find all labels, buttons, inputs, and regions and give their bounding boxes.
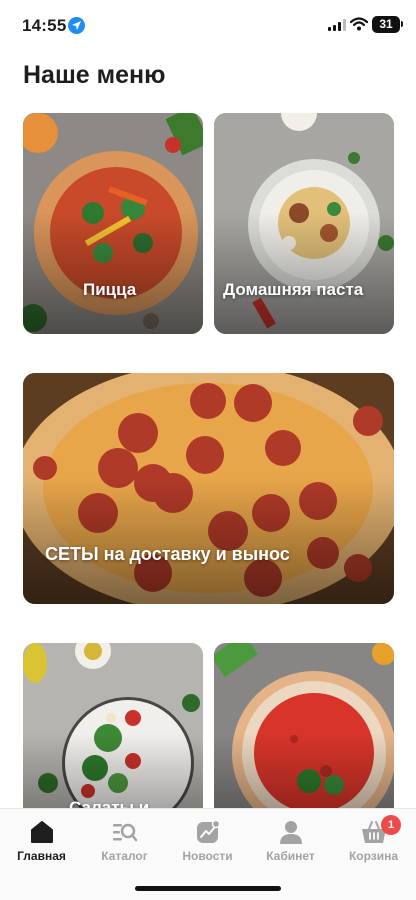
tab-label: Каталог bbox=[101, 849, 148, 863]
tile-label: Домашняя паста bbox=[223, 280, 364, 299]
tile-shade bbox=[214, 212, 394, 334]
tab-news[interactable]: Новости bbox=[166, 809, 249, 871]
status-time: 14:55 bbox=[22, 16, 67, 35]
tile-label: Пицца bbox=[83, 280, 137, 299]
tab-cart[interactable]: 1 Корзина bbox=[332, 809, 415, 871]
category-tile-sets[interactable]: СЕТЫ на доставку и вынос bbox=[23, 373, 394, 604]
tab-account[interactable]: Кабинет bbox=[249, 809, 332, 871]
battery-tip bbox=[401, 21, 403, 27]
home-indicator bbox=[135, 886, 281, 891]
tile-shade bbox=[23, 476, 394, 604]
tile-shade bbox=[23, 212, 203, 334]
page-title: Наше меню bbox=[23, 61, 166, 89]
tab-home[interactable]: Главная bbox=[0, 809, 83, 871]
catalog-search-icon bbox=[113, 823, 138, 842]
category-tile-pasta[interactable]: Домашняя паста bbox=[214, 113, 394, 334]
location-arrow-icon bbox=[68, 17, 85, 34]
tab-label: Главная bbox=[17, 849, 66, 863]
tab-label: Новости bbox=[182, 849, 233, 863]
home-icon bbox=[31, 821, 53, 843]
tab-label: Кабинет bbox=[266, 849, 315, 863]
user-icon bbox=[280, 821, 302, 844]
tab-label: Корзина bbox=[348, 849, 399, 863]
tab-catalog[interactable]: Каталог bbox=[83, 809, 166, 871]
cart-count-badge: 1 bbox=[381, 815, 401, 835]
battery-icon: 31 bbox=[372, 16, 400, 33]
news-chart-icon bbox=[197, 819, 221, 843]
cellular-signal-icon bbox=[328, 19, 346, 31]
wifi-icon bbox=[350, 17, 368, 31]
tile-label: СЕТЫ на доставку и вынос bbox=[45, 544, 290, 564]
status-bar: 14:55 31 bbox=[0, 0, 416, 50]
category-tile-pizza[interactable]: Пицца bbox=[23, 113, 203, 334]
